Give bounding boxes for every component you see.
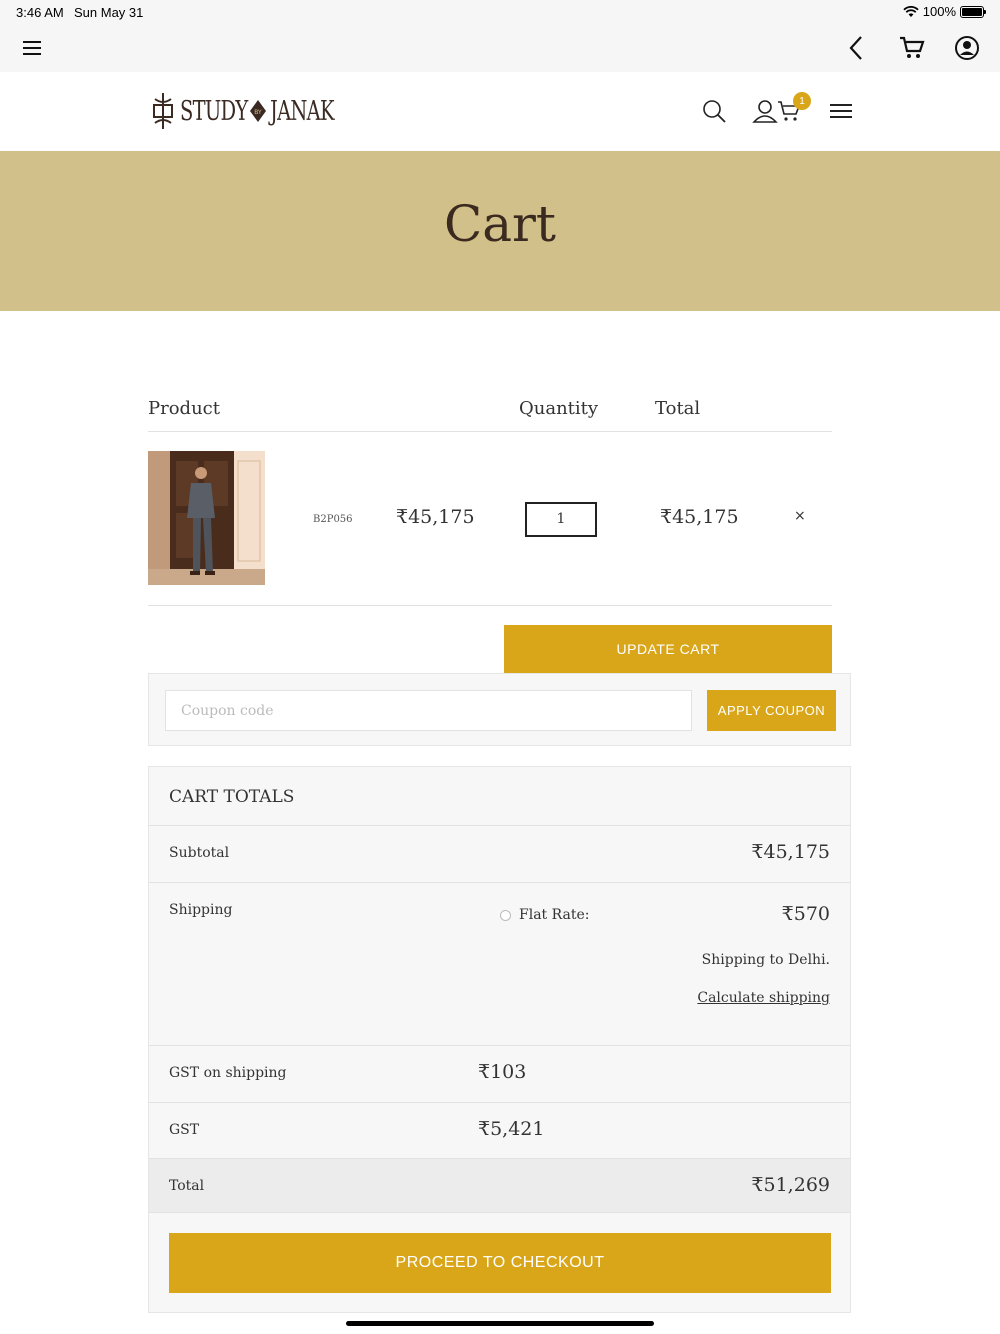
brand-name-mid: BY — [254, 109, 262, 116]
column-header-quantity: Quantity — [519, 398, 599, 419]
table-row-divider — [148, 605, 832, 606]
flat-rate-label: Flat Rate: — [519, 907, 590, 923]
coupon-code-input[interactable] — [165, 690, 692, 731]
cart-totals-title: CART TOTALS — [169, 787, 295, 807]
gst-label: GST — [169, 1122, 200, 1138]
status-time: 3:46 AM — [16, 5, 64, 20]
subtotal-value: ₹45,175 — [751, 841, 830, 863]
table-header-divider — [148, 431, 832, 432]
status-right: 100% — [903, 4, 986, 19]
order-total-label: Total — [169, 1178, 205, 1194]
brand-logo[interactable]: STUDY BY JANAK — [150, 86, 358, 136]
brand-emblem-icon — [153, 93, 173, 129]
back-chevron-icon[interactable] — [842, 34, 870, 62]
order-total-value: ₹51,269 — [751, 1174, 830, 1196]
search-icon[interactable] — [699, 96, 729, 126]
proceed-to-checkout-button[interactable]: PROCEED TO CHECKOUT — [169, 1233, 831, 1293]
gst-value: ₹5,421 — [478, 1118, 545, 1140]
order-total-row: Total ₹51,269 — [149, 1158, 850, 1213]
menu-icon[interactable] — [18, 34, 46, 62]
brand-name-left: STUDY — [180, 95, 248, 127]
wifi-icon — [903, 5, 919, 17]
shipping-destination: Shipping to Delhi. — [701, 952, 830, 968]
site-header: STUDY BY JANAK — [0, 72, 1000, 151]
battery-percent: 100% — [922, 4, 956, 19]
apply-coupon-button[interactable]: APPLY COUPON — [707, 690, 836, 731]
brand-name-right: JANAK — [269, 95, 335, 127]
gst-row: GST ₹5,421 — [149, 1102, 850, 1158]
flat-rate-value: ₹570 — [781, 903, 830, 925]
cart-icon[interactable] — [898, 34, 926, 62]
product-line-total: ₹45,175 — [660, 506, 739, 528]
product-thumbnail[interactable] — [148, 451, 265, 585]
status-bar: 3:46 AM Sun May 31 100% — [0, 0, 1000, 24]
gst-shipping-label: GST on shipping — [169, 1065, 287, 1081]
remove-item-button[interactable]: × — [794, 508, 806, 524]
calculate-shipping-link[interactable]: Calculate shipping — [697, 990, 830, 1006]
subtotal-row: Subtotal ₹45,175 — [149, 825, 850, 882]
cart-totals-panel: CART TOTALS Subtotal ₹45,175 Shipping Fl… — [148, 766, 851, 1313]
shipping-row: Shipping Flat Rate: ₹570 Shipping to Del… — [149, 882, 850, 1045]
account-circle-icon[interactable] — [953, 34, 981, 62]
product-price: ₹45,175 — [396, 506, 475, 528]
browser-toolbar — [0, 24, 1000, 72]
home-indicator — [346, 1321, 654, 1326]
coupon-section: APPLY COUPON — [148, 673, 851, 746]
battery-icon — [960, 5, 986, 18]
subtotal-label: Subtotal — [169, 845, 230, 861]
hamburger-icon[interactable] — [826, 96, 856, 126]
brand-diamond-icon: BY — [249, 100, 266, 122]
update-cart-button[interactable]: UPDATE CART — [504, 625, 832, 673]
shipping-label: Shipping — [169, 902, 233, 918]
cart-count-badge: 1 — [793, 92, 811, 110]
status-date: Sun May 31 — [74, 5, 144, 20]
product-sku-link[interactable]: B2P056 — [313, 514, 353, 525]
page-hero: Cart — [0, 151, 1000, 311]
flat-rate-radio[interactable] — [500, 910, 511, 921]
column-header-total: Total — [655, 398, 701, 419]
page-title: Cart — [443, 195, 557, 253]
gst-shipping-value: ₹103 — [478, 1061, 527, 1083]
quantity-input[interactable]: 1 — [525, 502, 597, 537]
column-header-product: Product — [148, 398, 220, 419]
gst-shipping-row: GST on shipping ₹103 — [149, 1045, 850, 1102]
